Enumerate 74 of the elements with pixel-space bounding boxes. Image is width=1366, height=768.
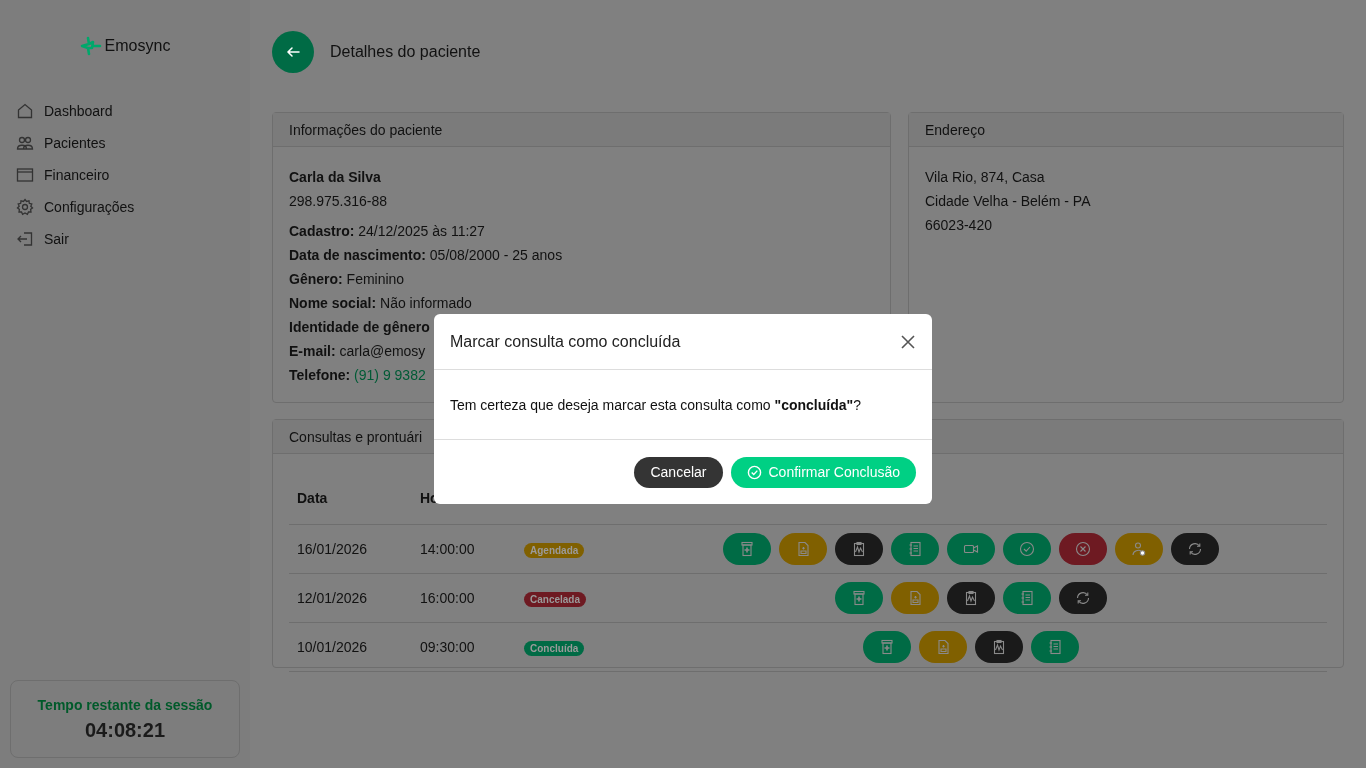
video-button[interactable] — [946, 533, 995, 565]
medicine-jar-icon — [850, 590, 867, 606]
window-icon — [16, 166, 34, 184]
notes-button[interactable] — [890, 533, 939, 565]
table-cell-text: 16/01/2026 — [297, 541, 369, 557]
users-icon — [16, 134, 34, 152]
document-button[interactable] — [778, 533, 827, 565]
patient-name: Carla da Silva — [289, 168, 382, 187]
card-title: Consultas e prontuári — [289, 428, 423, 445]
cancel-button[interactable]: Cancelar — [634, 456, 723, 488]
medicine-jar-icon — [878, 639, 895, 655]
close-icon — [900, 333, 916, 350]
document-button[interactable] — [918, 631, 967, 663]
page-title: Detalhes do paciente — [330, 43, 481, 61]
status-badge: Cancelada — [524, 592, 587, 607]
reschedule-button[interactable] — [1058, 582, 1107, 614]
back-arrow-icon — [285, 44, 301, 60]
address-line: 66023-420 — [925, 216, 993, 235]
nav-item[interactable]: Pacientes — [16, 132, 240, 154]
table-cell-text: 16:00:00 — [420, 590, 476, 606]
table-cell-text: 12/01/2026 — [297, 590, 369, 606]
modal-title: Marcar consulta como concluída — [450, 332, 681, 351]
logout-icon — [16, 230, 34, 248]
check-circle-icon — [746, 464, 762, 480]
medicine-jar-icon — [738, 541, 755, 557]
nav-item[interactable]: Configurações — [16, 196, 240, 218]
complete-button[interactable] — [1002, 533, 1051, 565]
patient-field: E-mail: carla@emosy — [289, 339, 426, 363]
status-badge: Agendada — [524, 543, 585, 558]
patient-field: Nome social: Não informado — [289, 291, 472, 315]
prescription-button[interactable] — [834, 582, 883, 614]
patient-field: Data de nascimento: 05/08/2000 - 25 anos — [289, 243, 563, 267]
back-button[interactable] — [272, 31, 314, 73]
report-button[interactable] — [946, 582, 995, 614]
settings-icon — [16, 198, 34, 216]
prescription-button[interactable] — [862, 631, 911, 663]
modal-message: Tem certeza que deseja marcar esta consulta como "concluída"? — [450, 396, 861, 413]
notes-button[interactable] — [1002, 582, 1051, 614]
user-button[interactable] — [1114, 533, 1163, 565]
nav-item[interactable]: Financeiro — [16, 164, 240, 186]
card-title: Endereço — [925, 121, 985, 138]
table-cell-text: 14:00:00 — [420, 541, 476, 557]
home-icon — [16, 102, 34, 120]
report-button[interactable] — [974, 631, 1023, 663]
nav-item[interactable]: Sair — [16, 228, 240, 250]
check-circle-icon — [1018, 541, 1035, 557]
column-header: Data — [297, 490, 329, 506]
session-timer: 04:08:21 — [84, 718, 166, 742]
report-button[interactable] — [834, 533, 883, 565]
nav-item[interactable]: Dashboard — [16, 100, 240, 122]
patient-field: Cadastro: 24/12/2025 às 11:27 — [289, 219, 485, 243]
prescription-button[interactable] — [722, 533, 771, 565]
patient-field: Telefone: (91) 9 9382 — [289, 363, 426, 387]
table-cell-text: 10/01/2026 — [297, 639, 369, 655]
address-line: Vila Rio, 874, Casa — [925, 168, 1046, 187]
reschedule-button[interactable] — [1170, 533, 1219, 565]
card-title: Informações do paciente — [289, 121, 443, 138]
table-cell-text: 09:30:00 — [420, 639, 476, 655]
close-circle-icon — [1074, 541, 1091, 557]
refresh-icon — [1074, 590, 1091, 606]
logo-icon — [79, 35, 102, 56]
session-label: Tempo restante da sessão — [37, 696, 213, 713]
patient-field: Identidade de gênero — [289, 315, 430, 339]
patient-document: 298.975.316-88 — [289, 192, 389, 211]
close-button[interactable] — [900, 333, 916, 350]
address-line: Cidade Velha - Belém - PA — [925, 192, 1092, 211]
user-settings-icon — [1130, 541, 1147, 557]
document-button[interactable] — [890, 582, 939, 614]
notes-button[interactable] — [1030, 631, 1079, 663]
status-badge: Concluída — [524, 641, 585, 656]
cancel-button[interactable] — [1058, 533, 1107, 565]
brand-name: Emosync — [104, 36, 171, 55]
refresh-icon — [1186, 541, 1203, 557]
patient-field: Gênero: Feminino — [289, 267, 405, 291]
